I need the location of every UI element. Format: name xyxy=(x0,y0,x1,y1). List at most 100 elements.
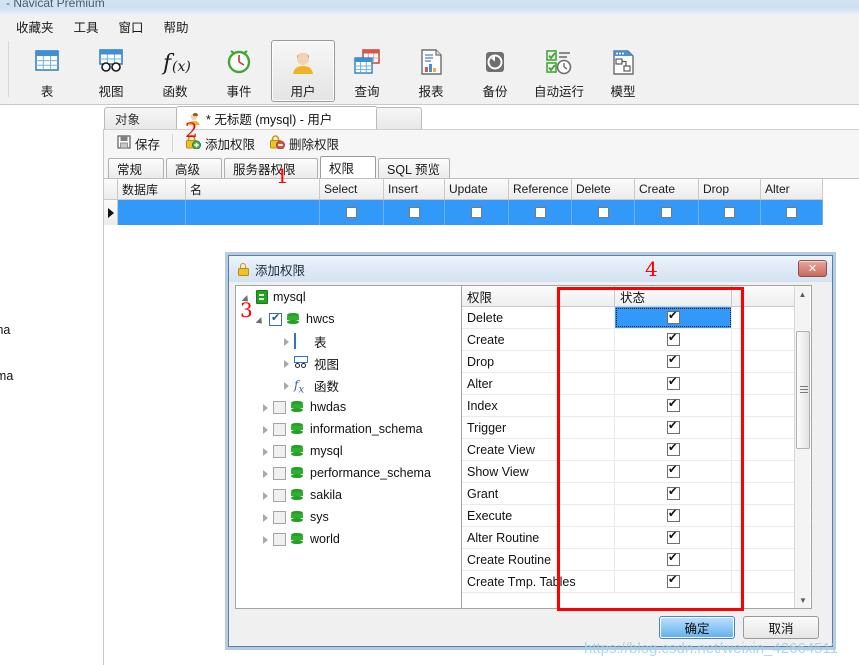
toolbar-button-automation[interactable]: 自动运行 xyxy=(527,40,591,102)
permission-checkbox[interactable] xyxy=(666,375,680,390)
expander-closed-icon[interactable] xyxy=(260,402,271,413)
permission-state[interactable] xyxy=(615,417,732,438)
list-item[interactable]: Trigger xyxy=(462,417,811,439)
toolbar-button-view[interactable]: 视图 xyxy=(79,40,143,102)
tab-server-privileges[interactable]: 服务器权限 xyxy=(224,158,318,178)
expander-closed-icon[interactable] xyxy=(281,358,292,369)
list-item[interactable]: Show View xyxy=(462,461,811,483)
checkbox-select[interactable] xyxy=(346,207,357,218)
permission-checkbox[interactable] xyxy=(666,419,680,434)
grid-header-alter[interactable]: Alter xyxy=(761,179,823,200)
scroll-down-icon[interactable]: ▼ xyxy=(795,592,811,608)
scroll-up-icon[interactable]: ▲ xyxy=(795,286,810,302)
cancel-button[interactable]: 取消 xyxy=(743,616,819,639)
database-tree[interactable]: mysql hwcs 表 视图 xyxy=(235,285,461,609)
close-icon[interactable]: ✕ xyxy=(798,260,827,277)
permission-checkbox[interactable] xyxy=(666,441,680,456)
toolbar-button-backup[interactable]: 备份 xyxy=(463,40,527,102)
list-item[interactable]: Create Tmp. Tables xyxy=(462,571,811,593)
list-item[interactable]: Alter xyxy=(462,373,811,395)
cell-drop[interactable] xyxy=(699,200,761,225)
menu-favorites[interactable]: 收藏夹 xyxy=(6,15,64,38)
list-item[interactable]: Alter Routine xyxy=(462,527,811,549)
permission-state[interactable] xyxy=(615,351,732,372)
checkbox-insert[interactable] xyxy=(408,207,420,218)
grid-header-drop[interactable]: Drop xyxy=(699,179,761,200)
doc-tab-objects[interactable]: 对象 xyxy=(104,107,178,129)
cell-update[interactable] xyxy=(445,200,509,225)
grid-header-delete[interactable]: Delete xyxy=(572,179,635,200)
permission-checkbox[interactable] xyxy=(666,353,680,368)
permission-checkbox[interactable] xyxy=(666,529,680,544)
permission-checkbox[interactable] xyxy=(666,507,680,522)
expander-closed-icon[interactable] xyxy=(260,490,271,501)
tree-item-tables[interactable]: 表 xyxy=(236,330,461,352)
tab-general[interactable]: 常规 xyxy=(108,158,164,178)
expander-closed-icon[interactable] xyxy=(260,512,271,523)
tree-checkbox-performance-schema[interactable] xyxy=(273,466,286,480)
list-item[interactable]: Grant xyxy=(462,483,811,505)
grid-header-database[interactable]: 数据库 xyxy=(118,179,186,200)
expander-closed-icon[interactable] xyxy=(281,380,292,391)
permission-state[interactable] xyxy=(615,395,732,416)
menu-tools[interactable]: 工具 xyxy=(64,15,109,38)
permission-checkbox[interactable] xyxy=(666,485,680,500)
cell-alter[interactable] xyxy=(761,200,823,225)
tree-checkbox-mysql[interactable] xyxy=(273,444,286,458)
permission-header-name[interactable]: 权限 xyxy=(462,286,615,307)
list-item[interactable]: Create Routine xyxy=(462,549,811,571)
menu-help[interactable]: 帮助 xyxy=(154,15,199,38)
toolbar-button-table[interactable]: 表 xyxy=(15,40,79,102)
tree-item-mysql-server[interactable]: mysql xyxy=(236,286,461,308)
toolbar-button-model[interactable]: 模型 xyxy=(591,40,655,102)
list-item[interactable]: Execute xyxy=(462,505,811,527)
tree-item-sys[interactable]: sys xyxy=(236,506,461,528)
permission-checkbox[interactable] xyxy=(666,309,680,324)
permission-checkbox[interactable] xyxy=(666,573,680,588)
tree-item-hwcs[interactable]: hwcs xyxy=(236,308,461,330)
save-button[interactable]: 保存 xyxy=(110,132,167,155)
tree-checkbox-world[interactable] xyxy=(273,532,286,546)
cell-name[interactable] xyxy=(186,200,320,225)
expander-closed-icon[interactable] xyxy=(281,336,292,347)
menu-window[interactable]: 窗口 xyxy=(109,15,154,38)
grid-header-reference[interactable]: Reference xyxy=(509,179,572,200)
toolbar-button-user[interactable]: 用户 xyxy=(271,40,335,102)
tree-item-performance-schema[interactable]: performance_schema xyxy=(236,462,461,484)
list-item[interactable]: Delete xyxy=(462,307,811,329)
expander-closed-icon[interactable] xyxy=(260,534,271,545)
expander-open-icon[interactable] xyxy=(256,314,267,325)
list-item[interactable]: Drop xyxy=(462,351,811,373)
scrollbar-thumb[interactable] xyxy=(796,331,810,449)
cell-create[interactable] xyxy=(635,200,699,225)
expander-closed-icon[interactable] xyxy=(260,424,271,435)
tab-advanced[interactable]: 高级 xyxy=(166,158,222,178)
permission-checkbox[interactable] xyxy=(666,551,680,566)
permission-state[interactable] xyxy=(615,461,732,482)
cell-insert[interactable] xyxy=(384,200,445,225)
checkbox-drop[interactable] xyxy=(724,207,735,218)
list-item[interactable]: Create xyxy=(462,329,811,351)
tree-item-mysql[interactable]: mysql xyxy=(236,440,461,462)
permission-state[interactable] xyxy=(615,505,732,526)
checkbox-reference[interactable] xyxy=(534,207,546,218)
toolbar-button-event[interactable]: 事件 xyxy=(207,40,271,102)
grid-header-insert[interactable]: Insert xyxy=(384,179,445,200)
cell-delete[interactable] xyxy=(572,200,635,225)
permission-state[interactable] xyxy=(615,439,732,460)
permission-checkbox[interactable] xyxy=(666,397,680,412)
expander-closed-icon[interactable] xyxy=(260,468,271,479)
toolbar-button-function[interactable]: f (x) 函数 xyxy=(143,40,207,102)
ok-button[interactable]: 确定 xyxy=(659,616,735,639)
expander-closed-icon[interactable] xyxy=(260,446,271,457)
tree-item-world[interactable]: world xyxy=(236,528,461,550)
tree-checkbox-sys[interactable] xyxy=(273,510,286,524)
grid-header-update[interactable]: Update xyxy=(445,179,509,200)
tree-checkbox-information-schema[interactable] xyxy=(273,422,286,436)
cell-reference[interactable] xyxy=(509,200,572,225)
permission-state[interactable] xyxy=(615,527,732,548)
tree-item-hwdas[interactable]: hwdas xyxy=(236,396,461,418)
tree-checkbox-hwdas[interactable] xyxy=(273,400,286,414)
checkbox-alter[interactable] xyxy=(786,207,797,218)
doc-tab-user[interactable]: * 无标题 (mysql) - 用户 xyxy=(176,106,378,129)
